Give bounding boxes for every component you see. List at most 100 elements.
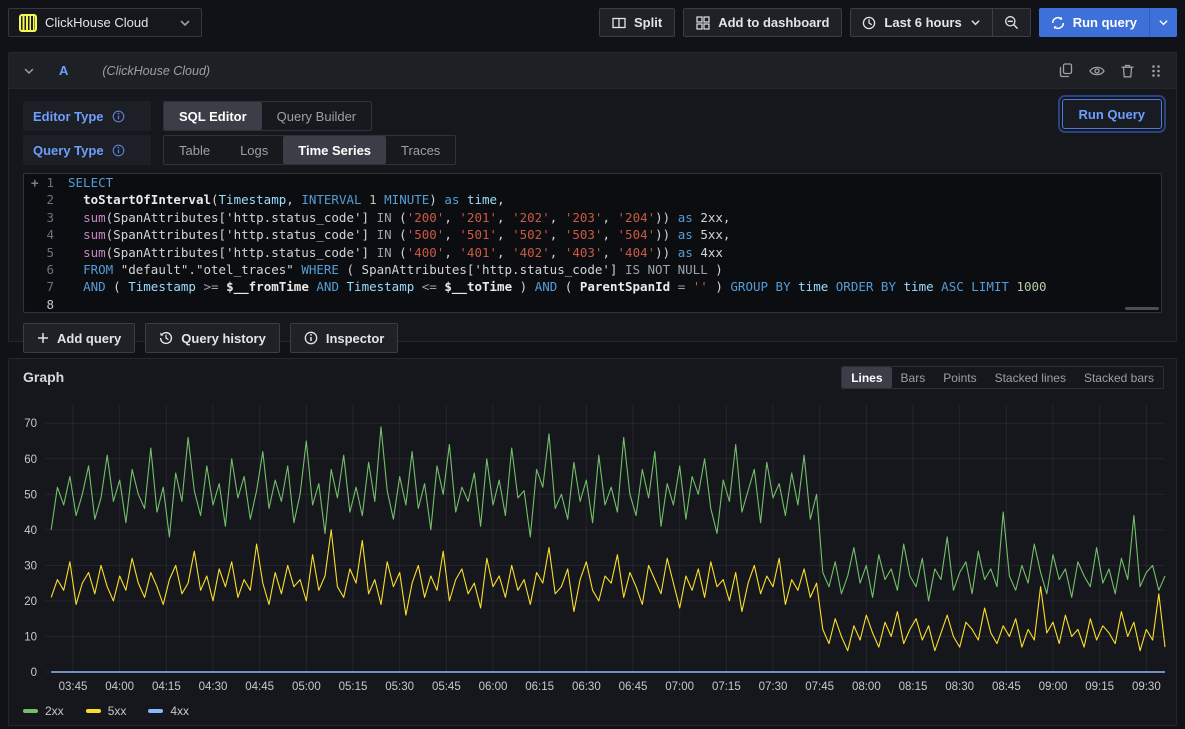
collapse-chevron-icon[interactable] xyxy=(23,65,35,77)
svg-text:20: 20 xyxy=(24,596,37,608)
split-button[interactable]: Split xyxy=(599,8,675,37)
query-ref-id: A xyxy=(59,63,68,78)
query-type-chip: Query Type xyxy=(23,135,151,165)
datasource-picker[interactable]: ClickHouse Cloud xyxy=(8,8,202,37)
info-circle-icon xyxy=(304,331,318,345)
legend-color-pill xyxy=(148,709,163,713)
split-label: Split xyxy=(634,15,662,30)
legend-item-2xx[interactable]: 2xx xyxy=(23,704,64,718)
svg-text:60: 60 xyxy=(24,454,37,466)
graph-panel-header: Graph LinesBarsPointsStacked linesStacke… xyxy=(9,359,1176,393)
svg-text:07:30: 07:30 xyxy=(759,681,788,693)
query-row-header[interactable]: A (ClickHouse Cloud) xyxy=(9,53,1176,89)
legend-series-name: 5xx xyxy=(108,704,127,718)
option-query-builder[interactable]: Query Builder xyxy=(262,102,371,130)
svg-text:04:45: 04:45 xyxy=(245,681,274,693)
query-type-label: Query Type xyxy=(33,143,104,158)
legend-item-4xx[interactable]: 4xx xyxy=(148,704,189,718)
svg-text:10: 10 xyxy=(24,631,37,643)
code-line: 8 xyxy=(24,296,1161,313)
chart-area: 01020304050607003:4504:0004:1504:3004:45… xyxy=(15,395,1170,700)
option-traces[interactable]: Traces xyxy=(386,136,455,164)
code-line: 4 sum(SpanAttributes['http.status_code']… xyxy=(24,226,1161,243)
editor-scrollbar[interactable] xyxy=(1125,307,1159,310)
svg-text:06:00: 06:00 xyxy=(479,681,508,693)
option-time-series[interactable]: Time Series xyxy=(283,136,386,164)
query-type-row: Query Type TableLogsTime SeriesTraces xyxy=(23,135,1162,165)
svg-text:30: 30 xyxy=(24,560,37,572)
explore-page: ClickHouse Cloud Split Add to dashboard … xyxy=(0,0,1185,729)
hide-response-eye-icon[interactable] xyxy=(1089,65,1105,77)
run-query-button[interactable]: Run query xyxy=(1039,8,1149,37)
option-bars[interactable]: Bars xyxy=(892,367,935,388)
svg-text:0: 0 xyxy=(31,667,37,679)
top-toolbar: ClickHouse Cloud Split Add to dashboard … xyxy=(0,0,1185,44)
add-to-dashboard-button[interactable]: Add to dashboard xyxy=(683,8,842,37)
inspector-button[interactable]: Inspector xyxy=(290,323,399,353)
insert-line-icon[interactable]: + xyxy=(31,174,39,191)
split-icon xyxy=(612,16,626,30)
svg-text:06:45: 06:45 xyxy=(619,681,648,693)
run-query-inline-button[interactable]: Run Query xyxy=(1062,99,1162,129)
graph-title: Graph xyxy=(23,369,64,385)
svg-text:08:45: 08:45 xyxy=(992,681,1021,693)
editor-type-switcher: SQL EditorQuery Builder xyxy=(163,101,372,131)
option-stacked-bars[interactable]: Stacked bars xyxy=(1075,367,1163,388)
legend-color-pill xyxy=(86,709,101,713)
clickhouse-logo-icon xyxy=(19,14,37,32)
add-query-button[interactable]: Add query xyxy=(23,323,135,353)
editor-type-row: Editor Type SQL EditorQuery Builder xyxy=(23,101,1162,131)
svg-text:05:00: 05:00 xyxy=(292,681,321,693)
inspector-label: Inspector xyxy=(326,331,385,346)
sql-code-editor[interactable]: 1+SELECT2 toStartOfInterval(Timestamp, I… xyxy=(23,173,1162,313)
chevron-down-icon xyxy=(179,17,191,29)
svg-text:04:30: 04:30 xyxy=(199,681,228,693)
run-query-label: Run query xyxy=(1073,15,1137,30)
svg-text:06:30: 06:30 xyxy=(572,681,601,693)
duplicate-query-icon[interactable] xyxy=(1059,63,1073,78)
time-picker-group: Last 6 hours xyxy=(850,8,1030,37)
legend-series-name: 2xx xyxy=(45,704,64,718)
query-datasource-hint: (ClickHouse Cloud) xyxy=(102,64,210,78)
option-points[interactable]: Points xyxy=(934,367,985,388)
svg-text:40: 40 xyxy=(24,525,37,537)
code-line: 2 toStartOfInterval(Timestamp, INTERVAL … xyxy=(24,191,1161,208)
info-icon[interactable] xyxy=(112,144,125,157)
svg-text:50: 50 xyxy=(24,489,37,501)
svg-text:06:15: 06:15 xyxy=(525,681,554,693)
option-logs[interactable]: Logs xyxy=(225,136,283,164)
add-query-label: Add query xyxy=(57,331,121,346)
code-line: 1+SELECT xyxy=(24,174,1161,191)
editor-type-chip: Editor Type xyxy=(23,101,151,131)
svg-text:05:30: 05:30 xyxy=(385,681,414,693)
query-history-button[interactable]: Query history xyxy=(145,323,280,353)
legend-color-pill xyxy=(23,709,38,713)
svg-text:04:15: 04:15 xyxy=(152,681,181,693)
time-series-chart[interactable]: 01020304050607003:4504:0004:1504:3004:45… xyxy=(15,395,1170,695)
drag-handle-icon[interactable] xyxy=(1150,64,1162,78)
option-lines[interactable]: Lines xyxy=(842,367,891,388)
run-query-options-button[interactable] xyxy=(1149,8,1177,37)
dashboard-grid-icon xyxy=(696,16,710,30)
legend-item-5xx[interactable]: 5xx xyxy=(86,704,127,718)
svg-text:08:15: 08:15 xyxy=(899,681,928,693)
option-stacked-lines[interactable]: Stacked lines xyxy=(986,367,1075,388)
svg-text:08:00: 08:00 xyxy=(852,681,881,693)
svg-text:07:45: 07:45 xyxy=(805,681,834,693)
svg-text:04:00: 04:00 xyxy=(105,681,134,693)
option-table[interactable]: Table xyxy=(164,136,225,164)
info-icon[interactable] xyxy=(112,110,125,123)
add-to-dashboard-label: Add to dashboard xyxy=(718,15,829,30)
svg-text:05:15: 05:15 xyxy=(339,681,368,693)
chart-legend: 2xx 5xx 4xx xyxy=(9,700,1176,718)
svg-text:07:00: 07:00 xyxy=(665,681,694,693)
option-sql-editor[interactable]: SQL Editor xyxy=(164,102,262,130)
code-line: 6 FROM "default"."otel_traces" WHERE ( S… xyxy=(24,261,1161,278)
run-query-split-button: Run query xyxy=(1039,8,1177,37)
time-range-button[interactable]: Last 6 hours xyxy=(851,9,991,36)
refresh-icon xyxy=(1051,16,1065,30)
chevron-down-icon xyxy=(1158,17,1169,28)
zoom-out-time-button[interactable] xyxy=(992,9,1030,36)
code-line: 7 AND ( Timestamp >= $__fromTime AND Tim… xyxy=(24,278,1161,295)
remove-query-trash-icon[interactable] xyxy=(1121,64,1134,78)
